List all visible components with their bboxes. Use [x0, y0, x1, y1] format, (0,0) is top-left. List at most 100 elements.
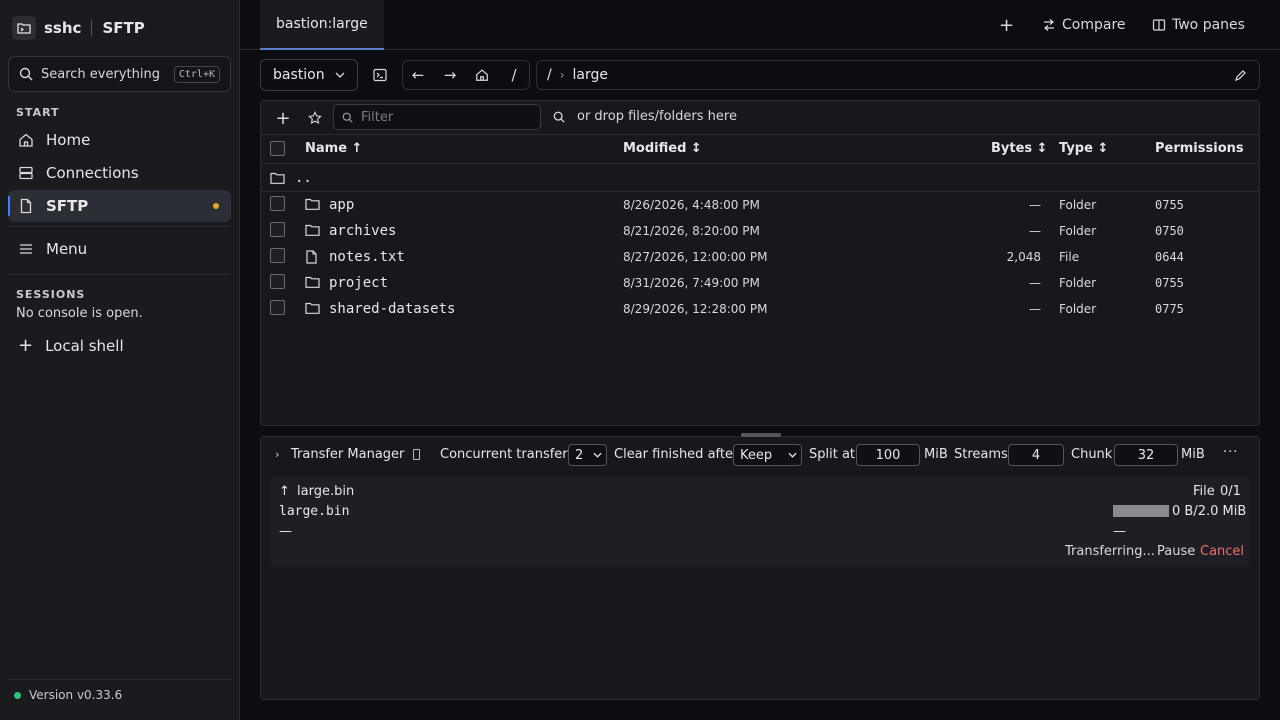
app-brand[interactable]: sshc SFTP: [12, 16, 145, 40]
sidebar-item-label: Connections: [46, 164, 139, 182]
file-toolbar: + Filter or drop files/folders here: [261, 101, 1259, 135]
table-row[interactable]: shared-datasets 8/29/2026, 12:28:00 PM — Fo…: [261, 296, 1259, 322]
arrow-right-icon: →: [443, 66, 457, 84]
file-permissions: 0755: [1155, 276, 1184, 290]
transfer-manager-title[interactable]: Transfer Manager: [291, 447, 404, 462]
clear-finished-label: Clear finished after: [614, 447, 739, 462]
row-checkbox[interactable]: [270, 222, 285, 237]
file-modified: 8/26/2026, 4:48:00 PM: [623, 198, 760, 212]
breadcrumb-root[interactable]: /: [547, 67, 552, 83]
pause-button[interactable]: Pause: [1157, 544, 1195, 559]
clipboard-icon[interactable]: [413, 449, 420, 460]
chunk-value: 32: [1137, 447, 1155, 463]
job-file-count: 0/1: [1220, 484, 1241, 499]
row-checkbox[interactable]: [270, 196, 285, 211]
table-row[interactable]: project 8/31/2026, 7:49:00 PM — Folder 0755: [261, 270, 1259, 296]
breadcrumb[interactable]: / › large: [536, 60, 1260, 90]
file-bytes: —: [1029, 302, 1041, 316]
sidebar-divider: [8, 679, 231, 680]
pencil-icon[interactable]: [1234, 69, 1247, 82]
select-all-checkbox[interactable]: [270, 141, 285, 156]
transfer-toolbar: › Transfer Manager Concurrent transfers …: [261, 437, 1259, 473]
app-name: sshc: [44, 19, 82, 37]
sidebar-item-home[interactable]: Home: [8, 124, 231, 156]
row-checkbox[interactable]: [270, 274, 285, 289]
table-row[interactable]: notes.txt 8/27/2026, 12:00:00 PM 2,048 File…: [261, 244, 1259, 270]
two-panes-label: Two panes: [1172, 17, 1245, 33]
compare-label: Compare: [1062, 17, 1126, 33]
forward-button[interactable]: →: [437, 62, 463, 88]
chevron-right-icon: ›: [559, 68, 565, 82]
concurrent-value: 2: [575, 447, 584, 463]
sidebar-item-menu[interactable]: Menu: [8, 233, 231, 265]
folder-icon: [305, 224, 321, 238]
file-type: File: [1059, 250, 1080, 264]
column-type[interactable]: Type ↕: [1059, 135, 1108, 163]
job-item-name: large.bin: [279, 504, 350, 519]
column-bytes[interactable]: Bytes ↕: [991, 135, 1048, 163]
chevron-right-icon[interactable]: ›: [275, 448, 279, 461]
search-shortcut: Ctrl+K: [173, 65, 220, 83]
transfer-job: ↑ large.bin File 0/1 large.bin 0 B/2.0 M…: [271, 477, 1249, 567]
streams-input[interactable]: 4: [1008, 444, 1064, 466]
file-name[interactable]: notes.txt: [329, 244, 405, 270]
new-item-button[interactable]: +: [270, 105, 296, 131]
folder-icon: [305, 276, 321, 290]
concurrent-select[interactable]: 2: [568, 444, 607, 466]
split-input[interactable]: 100: [856, 444, 920, 466]
column-name[interactable]: Name ↑: [305, 135, 362, 163]
parent-dir-row[interactable]: ..: [261, 164, 1259, 192]
bookmark-button[interactable]: [302, 105, 328, 131]
folder-icon: [270, 172, 285, 184]
file-permissions: 0644: [1155, 250, 1184, 264]
global-search[interactable]: Search everything Ctrl+K: [8, 56, 231, 92]
local-shell-button[interactable]: + Local shell: [8, 330, 231, 362]
file-bytes: —: [1029, 198, 1041, 212]
compare-arrows-icon: [1044, 19, 1054, 31]
filter-placeholder: Filter: [361, 109, 394, 125]
row-checkbox[interactable]: [270, 300, 285, 315]
table-row[interactable]: app 8/26/2026, 4:48:00 PM — Folder 0755: [261, 192, 1259, 218]
breadcrumb-current[interactable]: large: [573, 67, 608, 83]
file-name[interactable]: archives: [329, 218, 396, 244]
host-select[interactable]: bastion: [260, 59, 358, 91]
sidebar: sshc SFTP Search everything Ctrl+K START…: [0, 0, 240, 720]
file-name[interactable]: shared-datasets: [329, 296, 455, 322]
file-type: Folder: [1059, 198, 1097, 212]
chevron-down-icon: [593, 452, 602, 458]
chunk-input[interactable]: 32: [1114, 444, 1178, 466]
host-select-value: bastion: [273, 67, 325, 83]
plus-icon: +: [275, 107, 291, 129]
two-panes-button[interactable]: Two panes: [1152, 14, 1245, 36]
home-dir-button[interactable]: [469, 62, 495, 88]
file-name[interactable]: app: [329, 192, 354, 218]
progress-text: 0 B/2.0 MiB: [1172, 504, 1247, 519]
sidebar-item-sftp[interactable]: SFTP: [8, 190, 231, 222]
sidebar-item-connections[interactable]: Connections: [8, 157, 231, 189]
table-row[interactable]: archives 8/21/2026, 8:20:00 PM — Folder 0750: [261, 218, 1259, 244]
back-button[interactable]: ←: [405, 62, 431, 88]
tab-bastion-large[interactable]: bastion:large: [260, 0, 384, 50]
row-checkbox[interactable]: [270, 248, 285, 263]
chunk-label: Chunk: [1071, 447, 1113, 462]
root-dir-button[interactable]: /: [501, 62, 527, 88]
filter-input[interactable]: Filter: [333, 104, 541, 130]
cancel-button[interactable]: Cancel: [1200, 544, 1244, 559]
sessions-section-label: SESSIONS: [16, 288, 86, 301]
arrow-left-icon: ←: [411, 66, 425, 84]
more-options-icon[interactable]: ···: [1223, 445, 1238, 460]
file-type: Folder: [1059, 302, 1097, 316]
file-name[interactable]: project: [329, 270, 388, 296]
folder-icon: [305, 198, 321, 212]
file-type: Folder: [1059, 276, 1097, 290]
compare-button[interactable]: Compare: [1042, 14, 1126, 36]
clear-finished-select[interactable]: Keep: [733, 444, 802, 466]
file-permissions: 0775: [1155, 302, 1184, 316]
chevron-down-icon: [335, 72, 345, 78]
drop-zone-hint[interactable]: or drop files/folders here: [553, 109, 737, 124]
file-modified: 8/27/2026, 12:00:00 PM: [623, 250, 768, 264]
server-icon: [19, 166, 33, 180]
column-modified[interactable]: Modified ↕: [623, 135, 702, 163]
new-tab-button[interactable]: +: [999, 14, 1014, 36]
terminal-button[interactable]: [367, 62, 393, 88]
